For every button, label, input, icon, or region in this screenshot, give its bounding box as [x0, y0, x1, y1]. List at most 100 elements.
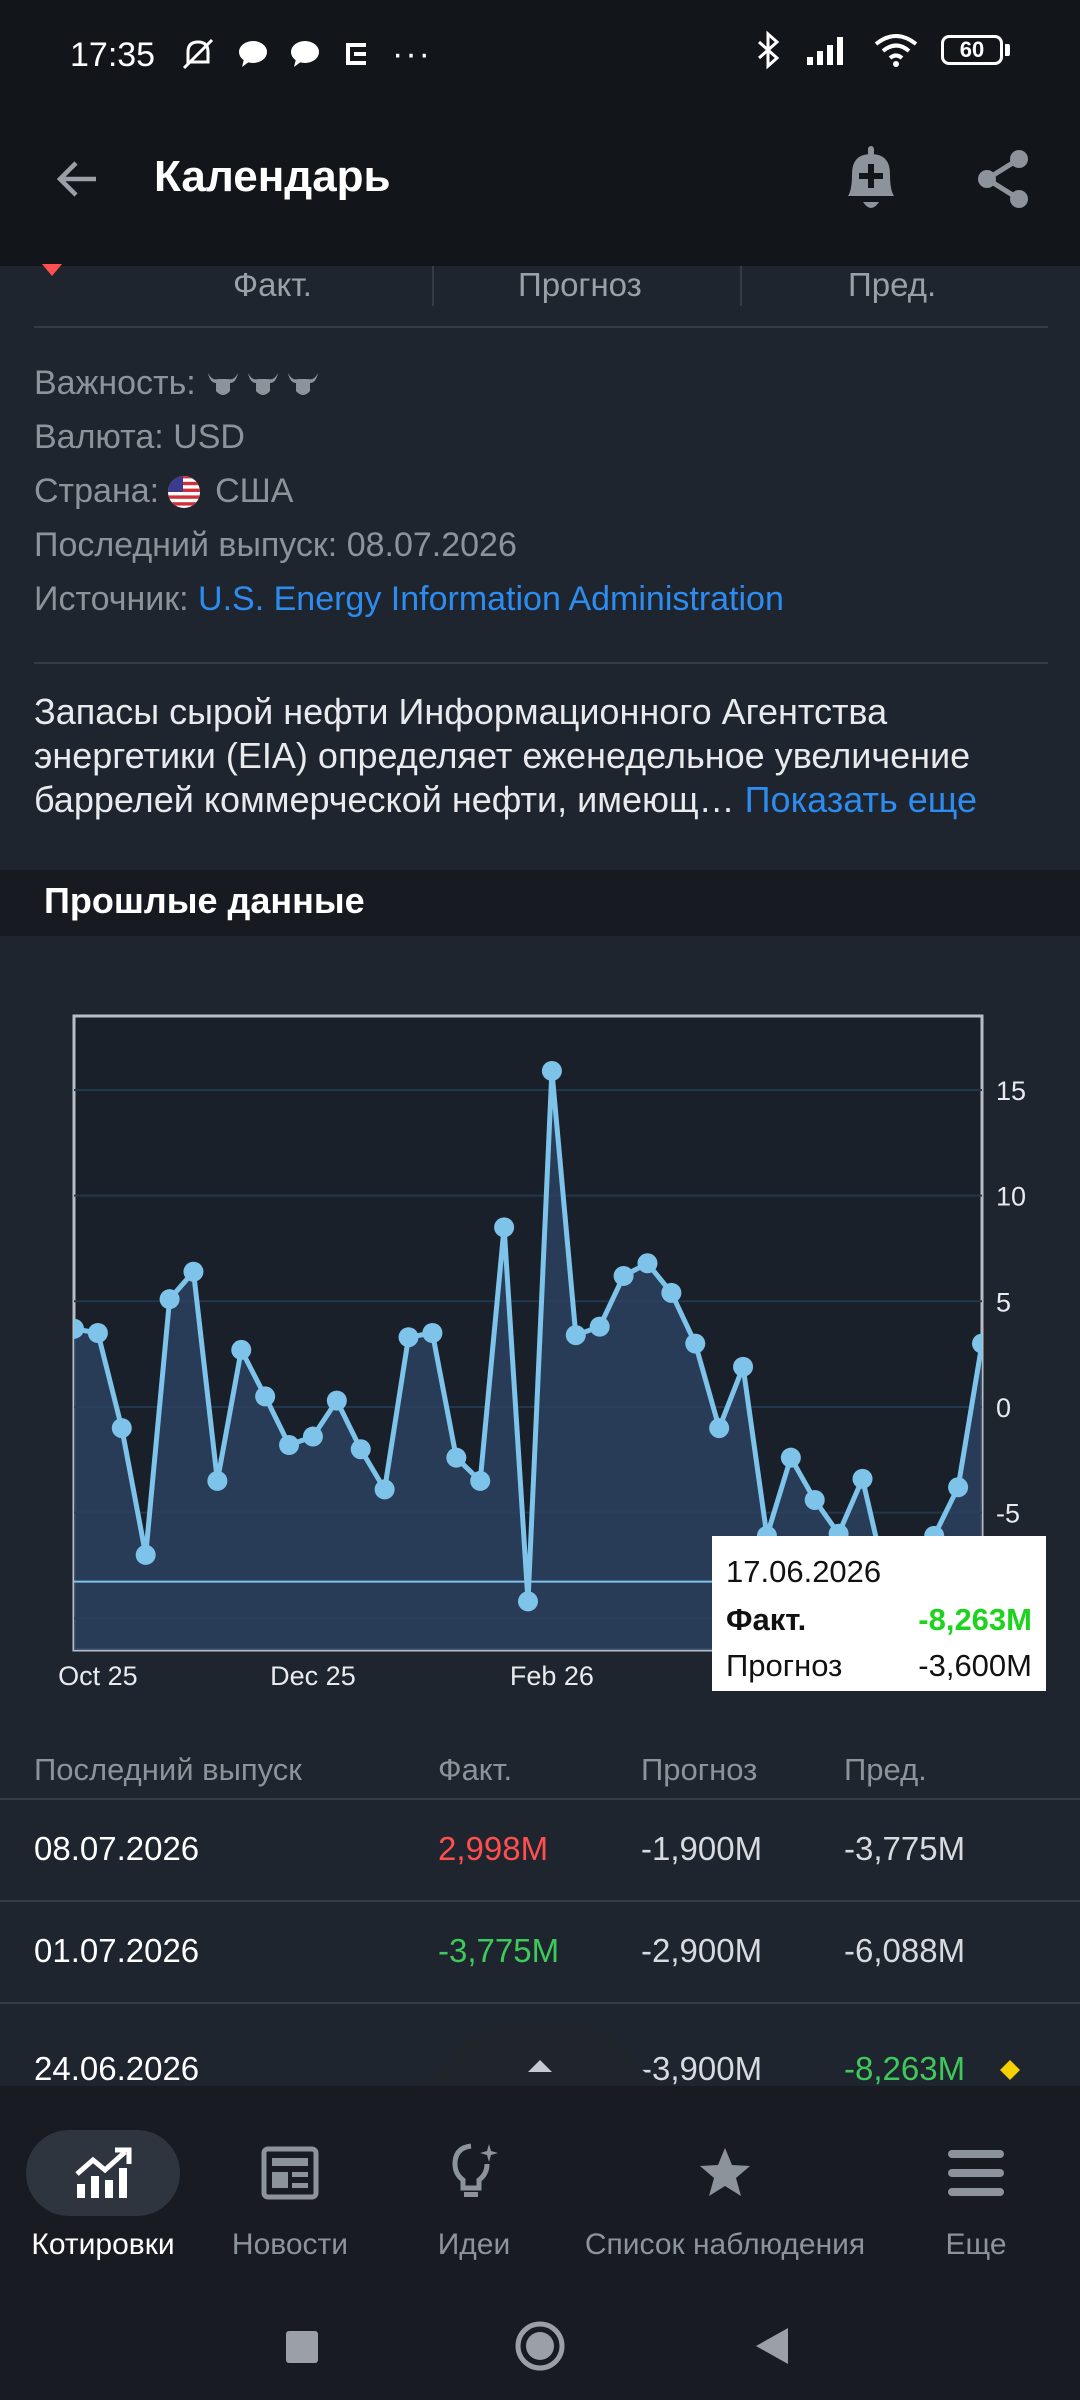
row-date: 08.07.2026 — [34, 1830, 200, 1867]
page-title: Календарь — [154, 152, 391, 201]
last-release-row: Последний выпуск: 08.07.2026 — [34, 526, 517, 565]
arrow-left-icon — [56, 161, 96, 197]
data-point[interactable] — [780, 1447, 801, 1468]
data-point[interactable] — [709, 1418, 730, 1439]
table-row[interactable]: 08.07.2026 2,998M -1,900M -3,775M — [0, 1800, 1080, 1900]
data-point[interactable] — [446, 1447, 467, 1468]
data-point[interactable] — [661, 1282, 682, 1303]
tooltip-date: 17.06.2026 — [726, 1554, 882, 1589]
country-label: Страна: — [34, 472, 160, 510]
tooltip-forecast-value: -3,600M — [918, 1648, 1032, 1683]
source-link[interactable]: U.S. Energy Information Administration — [198, 580, 784, 618]
col-header-forecast: Прогноз — [641, 1752, 758, 1787]
data-point[interactable] — [637, 1253, 658, 1274]
y-tick-label: 15 — [996, 1076, 1026, 1106]
row-previous: -3,775M — [844, 1830, 966, 1867]
importance-bulls — [206, 369, 320, 399]
recents-button[interactable] — [285, 2330, 319, 2364]
data-point[interactable] — [135, 1544, 156, 1565]
col-header-previous: Пред. — [844, 1752, 927, 1787]
bull-icon — [287, 372, 318, 395]
data-point[interactable] — [733, 1356, 754, 1377]
event-description: Запасы сырой нефти Информационного Агент… — [34, 690, 1049, 822]
data-point[interactable] — [207, 1470, 228, 1491]
data-point[interactable] — [470, 1470, 491, 1491]
newspaper-icon — [261, 2146, 319, 2200]
data-point[interactable] — [159, 1289, 180, 1310]
data-point[interactable] — [948, 1477, 969, 1498]
data-point[interactable] — [398, 1327, 419, 1348]
back-nav-button[interactable] — [754, 2326, 790, 2366]
importance-label: Важность: — [34, 364, 196, 402]
y-tick-label: 10 — [996, 1182, 1026, 1212]
data-point[interactable] — [613, 1265, 634, 1286]
chat-icon — [291, 41, 319, 67]
nav-label: Котировки — [31, 2228, 175, 2261]
data-point[interactable] — [326, 1390, 347, 1411]
country-value: США — [215, 472, 294, 510]
battery-level: 60 — [959, 37, 985, 62]
nav-label: Еще — [945, 2228, 1007, 2261]
signal-icon — [807, 37, 843, 65]
nav-ideas[interactable]: Идеи — [384, 2120, 564, 2262]
data-point[interactable] — [852, 1468, 873, 1489]
currency-label: Валюта: — [34, 418, 164, 456]
data-point[interactable] — [350, 1439, 371, 1460]
data-point[interactable] — [685, 1333, 706, 1354]
past-data-title: Прошлые данные — [44, 880, 365, 921]
app-notification-icon — [346, 43, 366, 65]
currency-value: USD — [173, 418, 245, 456]
star-icon — [700, 2148, 750, 2196]
y-tick-label: 5 — [996, 1287, 1011, 1317]
row-fact: -3,775M — [438, 1932, 560, 1969]
data-point[interactable] — [183, 1261, 204, 1282]
tooltip-forecast-label: Прогноз — [726, 1648, 843, 1683]
x-tick-label: Oct 25 — [58, 1661, 138, 1691]
expand-handle[interactable] — [390, 2026, 690, 2086]
data-point[interactable] — [804, 1489, 825, 1510]
nav-label: Новости — [231, 2228, 349, 2261]
data-point[interactable] — [374, 1479, 395, 1500]
nav-label: Список наблюдения — [584, 2228, 866, 2261]
back-button[interactable] — [44, 146, 110, 212]
data-point[interactable] — [518, 1591, 538, 1612]
add-alert-button[interactable] — [834, 142, 908, 216]
data-point[interactable] — [589, 1316, 610, 1337]
data-point[interactable] — [279, 1435, 300, 1456]
us-flag-icon — [168, 475, 201, 508]
data-point[interactable] — [64, 1318, 84, 1339]
nav-more[interactable]: Еще — [896, 2120, 1056, 2262]
data-point[interactable] — [494, 1217, 515, 1238]
home-button[interactable] — [514, 2320, 566, 2372]
divider — [34, 662, 1048, 664]
share-icon — [978, 150, 1028, 208]
row-previous: -6,088M — [844, 1932, 966, 1969]
nav-quotes[interactable]: Котировки — [0, 2120, 206, 2262]
nav-news[interactable]: Новости — [200, 2120, 380, 2262]
data-point[interactable] — [972, 1333, 992, 1354]
bell-plus-icon — [848, 146, 894, 208]
nav-watchlist[interactable]: Список наблюдения — [570, 2120, 880, 2262]
bell-off-icon — [182, 38, 214, 70]
diamond-marker-icon — [1000, 2060, 1020, 2080]
header-fact: Факт. — [233, 266, 312, 303]
status-system-icons: 60 — [753, 30, 1010, 70]
data-point[interactable] — [541, 1060, 562, 1081]
data-point[interactable] — [231, 1339, 252, 1360]
data-point[interactable] — [255, 1386, 276, 1407]
system-navigation — [0, 2286, 1080, 2400]
show-more-link[interactable]: Показать еще — [745, 779, 977, 820]
table-row[interactable]: 01.07.2026 -3,775M -2,900M -6,088M — [0, 1902, 1080, 2002]
data-point[interactable] — [87, 1323, 108, 1343]
data-point[interactable] — [111, 1418, 132, 1439]
data-point[interactable] — [302, 1426, 323, 1447]
col-header-fact: Факт. — [438, 1752, 513, 1787]
y-tick-label: -5 — [996, 1499, 1020, 1529]
share-button[interactable] — [966, 142, 1040, 216]
importance-row: Важность: — [34, 364, 320, 403]
triangle-down-icon — [42, 264, 62, 276]
row-forecast: -1,900M — [641, 1830, 763, 1867]
col-header-release: Последний выпуск — [34, 1752, 302, 1787]
data-point[interactable] — [565, 1325, 586, 1346]
data-point[interactable] — [422, 1323, 443, 1343]
